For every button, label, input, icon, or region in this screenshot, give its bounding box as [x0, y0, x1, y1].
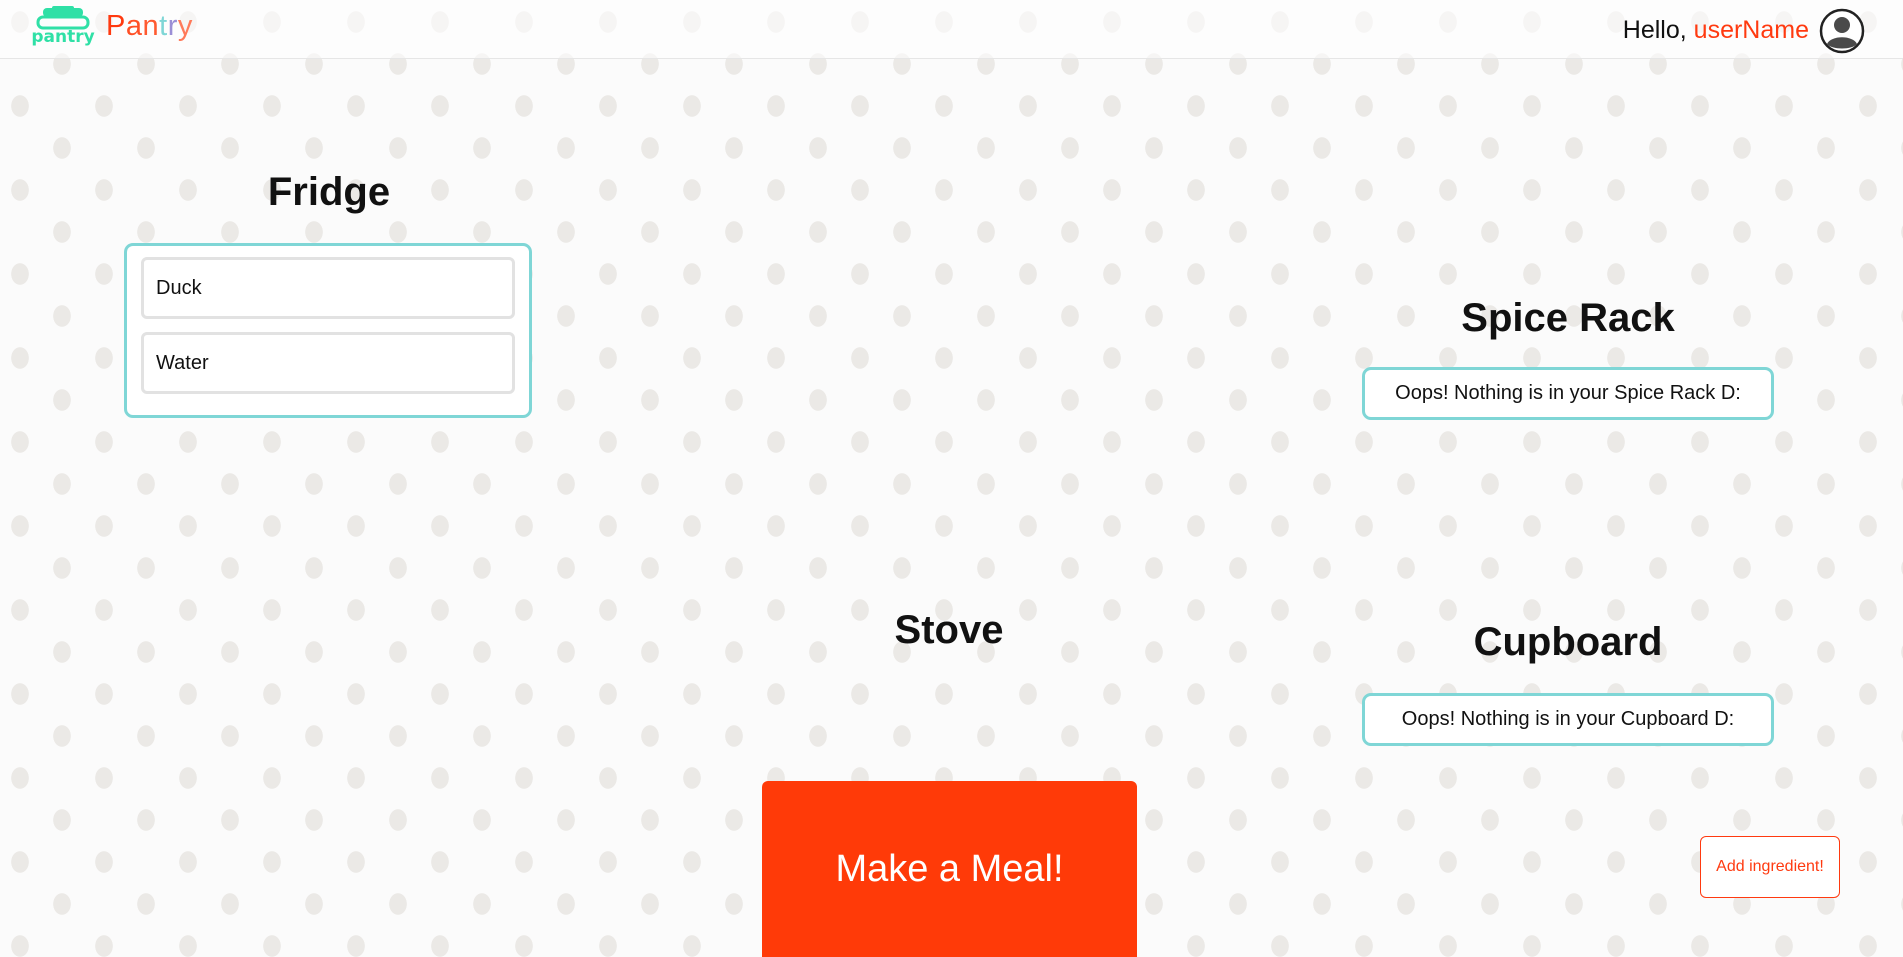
- fridge-item[interactable]: Water: [141, 332, 515, 394]
- spice-rack-empty-message: Oops! Nothing is in your Spice Rack D:: [1362, 367, 1774, 420]
- brand-letter: y: [177, 10, 193, 42]
- brand-letter: n: [142, 10, 160, 42]
- cupboard-empty-message: Oops! Nothing is in your Cupboard D:: [1362, 693, 1774, 746]
- fridge-item[interactable]: Duck: [141, 257, 515, 319]
- cupboard-title: Cupboard: [1473, 620, 1663, 664]
- brand-letter: t: [159, 10, 168, 42]
- fridge-title: Fridge: [267, 170, 391, 214]
- user-avatar-icon[interactable]: [1819, 8, 1865, 54]
- greeting-prefix: Hello,: [1622, 16, 1694, 44]
- pantry-logo-icon[interactable]: pantry: [30, 6, 96, 46]
- brand-letter: a: [125, 10, 143, 42]
- user-name[interactable]: userName: [1694, 16, 1809, 44]
- add-ingredient-button[interactable]: Add ingredient!: [1700, 836, 1840, 898]
- fridge-list: Duck Water: [124, 243, 532, 418]
- stove-title: Stove: [894, 608, 1004, 652]
- spice-rack-title: Spice Rack: [1461, 296, 1675, 340]
- brand-letter: r: [167, 10, 178, 42]
- brand-letter: P: [106, 10, 126, 42]
- make-meal-button[interactable]: Make a Meal!: [762, 781, 1137, 957]
- logo-text: pantry: [31, 27, 94, 46]
- user-greeting: Hello, userName: [1623, 16, 1809, 45]
- brand-name[interactable]: Pantry: [106, 10, 193, 43]
- top-navbar: pantry Pantry Hello, userName: [0, 0, 1903, 59]
